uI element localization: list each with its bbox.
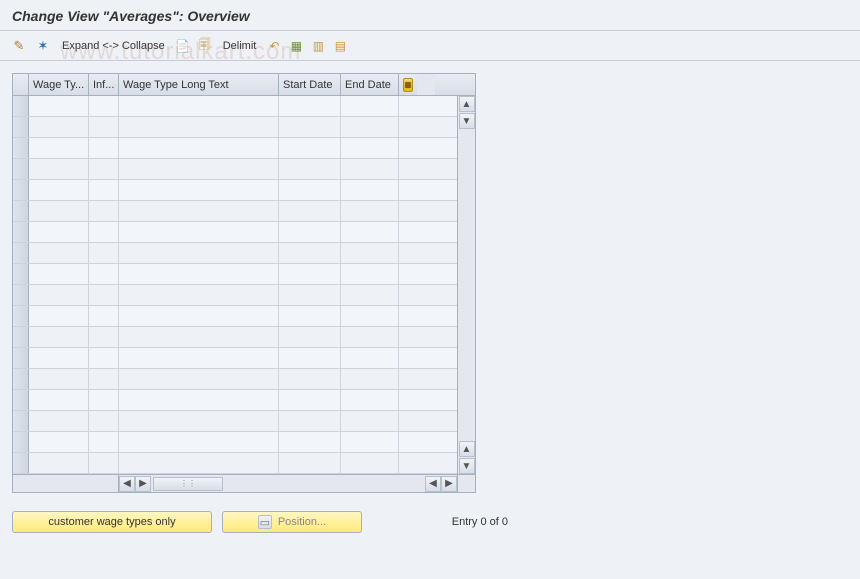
scroll-down-step-icon[interactable]: ▼ [459, 113, 475, 129]
row-selector[interactable] [13, 117, 29, 137]
table-header-row: Wage Ty... Inf... Wage Type Long Text St… [13, 74, 475, 96]
row-selector[interactable] [13, 159, 29, 179]
copy-icon[interactable]: 🗐 [197, 38, 213, 54]
column-vscroll-header [417, 74, 435, 95]
title-bar: Change View "Averages": Overview [0, 0, 860, 31]
expand-collapse-button[interactable]: Expand <-> Collapse [58, 40, 169, 52]
column-selector[interactable] [13, 74, 29, 95]
display-change-icon[interactable]: ✎ [10, 37, 28, 55]
select-all-icon[interactable]: ▦ [288, 38, 304, 54]
row-selector[interactable] [13, 390, 29, 410]
row-selector[interactable] [13, 432, 29, 452]
table-row[interactable] [13, 138, 457, 159]
hscroll-spacer [13, 475, 119, 492]
toolbar: ✎ ✶ Expand <-> Collapse 📄 🗐 Delimit ↶ ▦ … [0, 31, 860, 61]
table-row[interactable] [13, 264, 457, 285]
table-row[interactable] [13, 390, 457, 411]
table-body: ▲ ▼ ▲ ▼ [13, 96, 475, 474]
bottom-bar: customer wage types only ▭ Position... E… [12, 511, 848, 533]
table-row[interactable] [13, 201, 457, 222]
row-selector[interactable] [13, 180, 29, 200]
table-row[interactable] [13, 432, 457, 453]
table-row[interactable] [13, 327, 457, 348]
customer-wage-types-button[interactable]: customer wage types only [12, 511, 212, 533]
horizontal-scrollbar[interactable]: ◀ ▶ ⋮⋮ ◀ ▶ [13, 474, 475, 492]
column-long-text[interactable]: Wage Type Long Text [119, 74, 279, 95]
scroll-thumb[interactable]: ⋮⋮ [153, 477, 223, 491]
scroll-right-step-icon[interactable]: ▶ [135, 476, 151, 492]
vertical-scrollbar[interactable]: ▲ ▼ ▲ ▼ [457, 96, 475, 474]
column-start-date[interactable]: Start Date [279, 74, 341, 95]
table-row[interactable] [13, 453, 457, 474]
row-selector[interactable] [13, 243, 29, 263]
entry-status: Entry 0 of 0 [452, 516, 508, 528]
table-row[interactable] [13, 369, 457, 390]
row-selector[interactable] [13, 348, 29, 368]
row-selector[interactable] [13, 453, 29, 473]
table-row[interactable] [13, 222, 457, 243]
undo-icon[interactable]: ↶ [266, 38, 282, 54]
select-block-icon[interactable]: ▥ [310, 38, 326, 54]
scroll-up-icon[interactable]: ▲ [459, 96, 475, 112]
table-row[interactable] [13, 159, 457, 180]
delimit-button[interactable]: Delimit [219, 40, 261, 52]
column-config[interactable]: ▦ [399, 74, 417, 95]
scroll-down-icon[interactable]: ▼ [459, 458, 475, 474]
content-area: Wage Ty... Inf... Wage Type Long Text St… [0, 61, 860, 545]
deselect-all-icon[interactable]: ▤ [332, 38, 348, 54]
position-button[interactable]: ▭ Position... [222, 511, 362, 533]
row-selector[interactable] [13, 96, 29, 116]
row-selector[interactable] [13, 369, 29, 389]
scroll-left-icon[interactable]: ◀ [119, 476, 135, 492]
row-selector[interactable] [13, 201, 29, 221]
other-view-icon[interactable]: ✶ [34, 37, 52, 55]
table-row[interactable] [13, 96, 457, 117]
row-selector[interactable] [13, 138, 29, 158]
hscroll-corner [457, 475, 475, 492]
new-entries-icon[interactable]: 📄 [175, 38, 191, 54]
row-selector[interactable] [13, 285, 29, 305]
scroll-left-step-icon[interactable]: ◀ [425, 476, 441, 492]
column-inf[interactable]: Inf... [89, 74, 119, 95]
row-selector[interactable] [13, 411, 29, 431]
table-row[interactable] [13, 306, 457, 327]
table-settings-icon[interactable]: ▦ [403, 78, 413, 92]
table-rows [13, 96, 457, 474]
row-selector[interactable] [13, 264, 29, 284]
table-row[interactable] [13, 348, 457, 369]
position-icon: ▭ [258, 515, 272, 529]
row-selector[interactable] [13, 306, 29, 326]
table-row[interactable] [13, 411, 457, 432]
hscroll-track: ◀ ▶ ⋮⋮ ◀ ▶ [119, 475, 457, 492]
column-wage-type[interactable]: Wage Ty... [29, 74, 89, 95]
scroll-up-step-icon[interactable]: ▲ [459, 441, 475, 457]
table-row[interactable] [13, 243, 457, 264]
data-table: Wage Ty... Inf... Wage Type Long Text St… [12, 73, 476, 493]
table-row[interactable] [13, 117, 457, 138]
scroll-right-icon[interactable]: ▶ [441, 476, 457, 492]
row-selector[interactable] [13, 327, 29, 347]
page-title: Change View "Averages": Overview [12, 8, 848, 24]
position-label: Position... [278, 516, 326, 528]
row-selector[interactable] [13, 222, 29, 242]
column-end-date[interactable]: End Date [341, 74, 399, 95]
table-row[interactable] [13, 180, 457, 201]
table-row[interactable] [13, 285, 457, 306]
